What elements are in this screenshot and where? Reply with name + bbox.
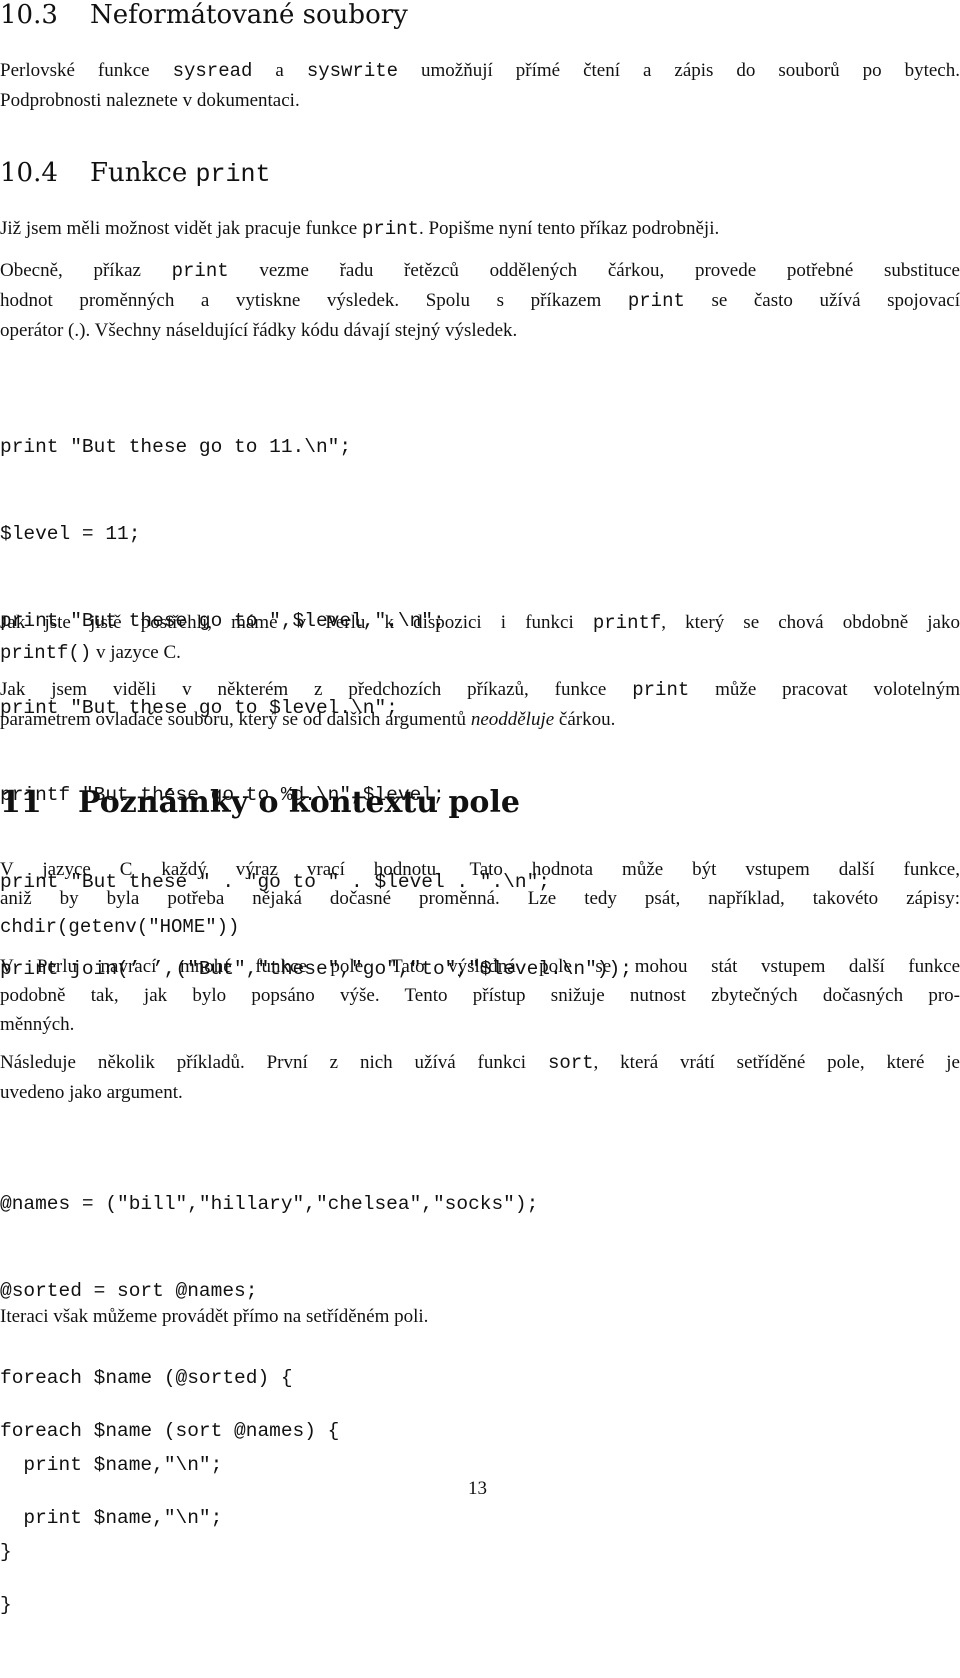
text: Následuje několik příkladů. První z nich… — [0, 1052, 548, 1073]
paragraph-iteration: Iteraci však můžeme provádět přímo na se… — [0, 1302, 960, 1331]
inline-code: print — [361, 218, 419, 240]
code-line: @names = ("bill","hillary","chelsea","so… — [0, 1193, 539, 1215]
paragraph-print-intro: Již jsem měli možnost vidět jak pracuje … — [0, 214, 960, 244]
paragraph-line: Následuje několik příkladů. První z nich… — [0, 1048, 960, 1078]
paragraph-line: Iteraci však můžeme provádět přímo na se… — [0, 1306, 429, 1327]
paragraph-c-expressions: V jazyce C každý výraz vrací hodnotu. Ta… — [0, 855, 960, 942]
text: Perlovské funkce — [0, 60, 173, 81]
section-heading-10-3: 10.3 Neformátované soubory — [0, 0, 408, 30]
paragraph-sysread: Perlovské funkce sysread a syswrite umož… — [0, 56, 960, 115]
text: Již jsem měli možnost vidět jak pracuje … — [0, 218, 362, 239]
text: parametrem ovladače souboru, který se od… — [0, 709, 471, 730]
text: . Popišme nyní tento příkaz podrobněji. — [418, 218, 720, 239]
section-number: 11 — [0, 785, 42, 820]
paragraph-line: hodnot proměnných a vytiskne výsledek. S… — [0, 286, 960, 316]
paragraph-line: parametrem ovladače souboru, který se od… — [0, 705, 960, 734]
text: v jazyce C. — [91, 642, 181, 663]
text: , která vrátí setříděné pole, které je — [593, 1052, 960, 1073]
paragraph-line: Podprobnosti naleznete v dokumentaci. — [0, 90, 300, 111]
inline-code: syswrite — [306, 60, 399, 82]
text: se často užívá spojovací — [684, 290, 960, 311]
paragraph-line: Jak jsem viděli v některém z předchozích… — [0, 675, 960, 705]
code-line: print $name,"\n"; — [0, 1507, 223, 1529]
paragraph-line: V jazyce C každý výraz vrací hodnotu. Ta… — [0, 859, 960, 880]
emphasis: neodděluje — [470, 709, 555, 730]
paragraph-print-general: Obecně, příkaz print vezme řadu řetězců … — [0, 256, 960, 345]
section-title-code: print — [195, 160, 271, 189]
inline-code: printf() — [0, 642, 92, 664]
paragraph-line: Jak jste jistě postřehli, máme v Perlu k… — [0, 608, 960, 638]
inline-code: sort — [547, 1052, 594, 1074]
paragraph-line: Již jsem měli možnost vidět jak pracuje … — [0, 214, 960, 244]
text: a — [252, 60, 307, 81]
section-title: Funkce — [90, 158, 196, 188]
inline-code: sysread — [172, 60, 253, 82]
text: umožňují přímé čtení a zápis do souborů … — [398, 60, 960, 81]
inline-code: print — [632, 679, 690, 701]
paragraph-line: printf() v jazyce C. — [0, 638, 960, 668]
text: může pracovat volotelným — [689, 679, 960, 700]
paragraph-filehandle: Jak jsem viděli v některém z předchozích… — [0, 675, 960, 734]
code-block-foreach-sort: foreach $name (sort @names) { print $nam… — [0, 1359, 339, 1678]
code-line: } — [0, 1594, 12, 1616]
inline-code: print — [171, 260, 229, 282]
section-heading-10-4: 10.4 Funkce print — [0, 158, 271, 189]
paragraph-line: uvedeno jako argument. — [0, 1082, 183, 1103]
section-title: Poznámky o kontextu pole — [78, 785, 520, 820]
paragraph-line: Obecně, příkaz print vezme řadu řetězců … — [0, 256, 960, 286]
text: , který se chová obdobně jako — [661, 612, 960, 633]
text: Obecně, příkaz — [0, 260, 172, 281]
text: čárkou. — [554, 709, 616, 730]
paragraph-line: V Perlu navrací mnohé funkce pole. Tato … — [0, 956, 960, 977]
section-heading-11: 11 Poznámky o kontextu pole — [0, 785, 520, 820]
section-number: 10.4 — [0, 158, 58, 188]
text: hodnot proměnných a vytiskne výsledek. S… — [0, 290, 628, 311]
paragraph-examples: Následuje několik příkladů. První z nich… — [0, 1048, 960, 1107]
text: Jak jsem viděli v některém z předchozích… — [0, 679, 633, 700]
paragraph-line: podobně tak, jak bylo popsáno výše. Tent… — [0, 985, 960, 1006]
section-title: Neformátované soubory — [90, 0, 408, 30]
code-line: $level = 11; — [0, 523, 141, 545]
inline-code: printf — [592, 612, 662, 634]
code-line: print "But these go to 11.\n"; — [0, 436, 352, 458]
paragraph-line: aniž by byla potřeba nějaká dočasné prom… — [0, 888, 960, 909]
section-number: 10.3 — [0, 0, 58, 30]
paragraph-line: měnných. — [0, 1014, 75, 1035]
paragraph-line: operátor (.). Všechny náseldující řádky … — [0, 320, 518, 341]
inline-code: chdir(getenv("HOME")) — [0, 916, 240, 938]
paragraph-printf: Jak jste jistě postřehli, máme v Perlu k… — [0, 608, 960, 668]
paragraph-perl-arrays: V Perlu navrací mnohé funkce pole. Tato … — [0, 952, 960, 1039]
text: vezme řadu řetězců oddělených čárkou, pr… — [228, 260, 960, 281]
text: Jak jste jistě postřehli, máme v Perlu k… — [0, 612, 593, 633]
code-line: foreach $name (sort @names) { — [0, 1420, 340, 1442]
inline-code: print — [627, 290, 685, 312]
paragraph-line: Perlovské funkce sysread a syswrite umož… — [0, 56, 960, 86]
